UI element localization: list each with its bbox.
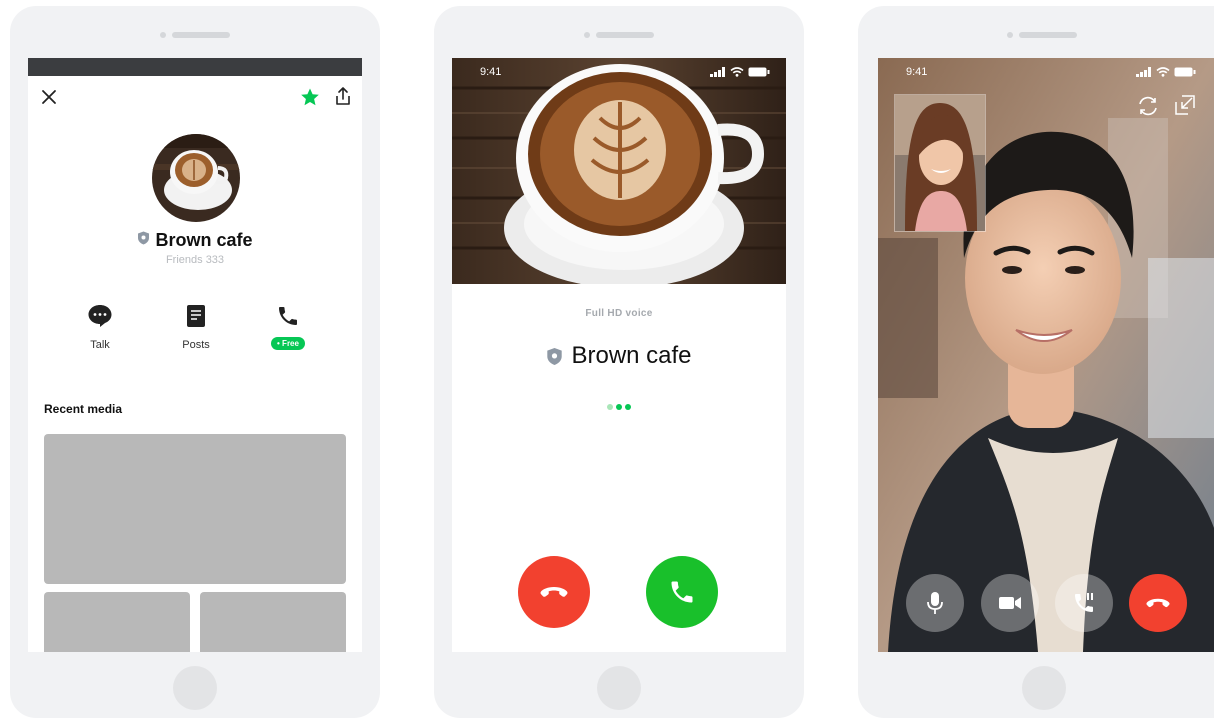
wifi-icon xyxy=(1156,67,1170,77)
hang-up-icon xyxy=(540,587,568,597)
chat-bubble-icon xyxy=(68,304,132,333)
home-button[interactable] xyxy=(1022,666,1066,710)
accept-button[interactable] xyxy=(646,556,718,628)
battery-icon xyxy=(1174,67,1196,77)
friends-count: Friends 333 xyxy=(165,254,225,266)
caller-name: Brown cafe xyxy=(571,342,692,369)
signal-icon xyxy=(710,67,725,77)
phone-speaker xyxy=(160,32,230,38)
posts-button[interactable]: Posts xyxy=(164,304,228,351)
hang-up-icon xyxy=(1146,598,1170,608)
posts-label: Posts xyxy=(182,339,210,351)
minimize-icon[interactable] xyxy=(1174,94,1196,121)
share-icon[interactable] xyxy=(334,86,352,111)
home-button[interactable] xyxy=(597,666,641,710)
phone-incoming-call: 9:41 Full HD voice Brown cafe xyxy=(434,6,804,718)
status-time: 9:41 xyxy=(906,66,928,78)
home-button[interactable] xyxy=(173,666,217,710)
microphone-button[interactable] xyxy=(906,574,964,632)
media-thumbnail[interactable] xyxy=(200,592,346,652)
caller-name-row: Brown cafe xyxy=(452,342,786,370)
document-icon xyxy=(164,304,228,333)
signal-icon xyxy=(1136,67,1151,77)
battery-icon xyxy=(748,67,770,77)
phone-icon xyxy=(256,304,320,333)
phone-speaker xyxy=(1007,32,1077,38)
verified-shield-icon xyxy=(137,231,150,250)
free-badge: • Free xyxy=(271,337,305,350)
talk-label: Talk xyxy=(90,339,110,351)
talk-button[interactable]: Talk xyxy=(68,304,132,351)
status-time: 9:41 xyxy=(480,66,502,78)
calling-indicator xyxy=(452,404,786,410)
mute-call-icon xyxy=(1075,593,1093,612)
profile-screen: Brown cafe Friends 333 Talk Posts • Free… xyxy=(28,58,362,652)
phone-video-call: 9:41 xyxy=(858,6,1214,718)
phone-profile: Brown cafe Friends 333 Talk Posts • Free… xyxy=(10,6,380,718)
account-name: Brown cafe xyxy=(155,230,253,250)
video-call-screen: 9:41 xyxy=(878,58,1214,652)
microphone-icon xyxy=(927,592,943,614)
status-bar xyxy=(28,58,362,76)
voice-quality-label: Full HD voice xyxy=(585,308,653,319)
close-icon[interactable] xyxy=(40,88,58,111)
phone-speaker xyxy=(584,32,654,38)
star-icon[interactable] xyxy=(300,87,320,112)
media-thumbnail[interactable] xyxy=(44,592,190,652)
end-call-button[interactable] xyxy=(1129,574,1187,632)
verified-shield-icon xyxy=(546,347,563,366)
status-bar: 9:41 xyxy=(452,66,786,82)
video-camera-button[interactable] xyxy=(981,574,1039,632)
media-thumbnail[interactable] xyxy=(44,434,346,584)
decline-button[interactable] xyxy=(518,556,590,628)
free-call-button[interactable]: • Free xyxy=(256,304,320,351)
self-view-video[interactable] xyxy=(894,94,986,232)
profile-picture[interactable] xyxy=(152,134,240,222)
wifi-icon xyxy=(730,67,744,77)
switch-camera-icon[interactable] xyxy=(1136,94,1160,123)
status-bar: 9:41 xyxy=(878,66,1212,82)
recent-media-title: Recent media xyxy=(44,402,123,416)
phone-icon xyxy=(671,581,693,603)
account-name-row: Brown cafe xyxy=(28,230,362,251)
mute-call-button[interactable] xyxy=(1055,574,1113,632)
caller-cover-photo xyxy=(452,58,786,288)
incoming-call-screen: 9:41 Full HD voice Brown cafe xyxy=(452,58,786,652)
video-camera-icon xyxy=(999,597,1021,609)
